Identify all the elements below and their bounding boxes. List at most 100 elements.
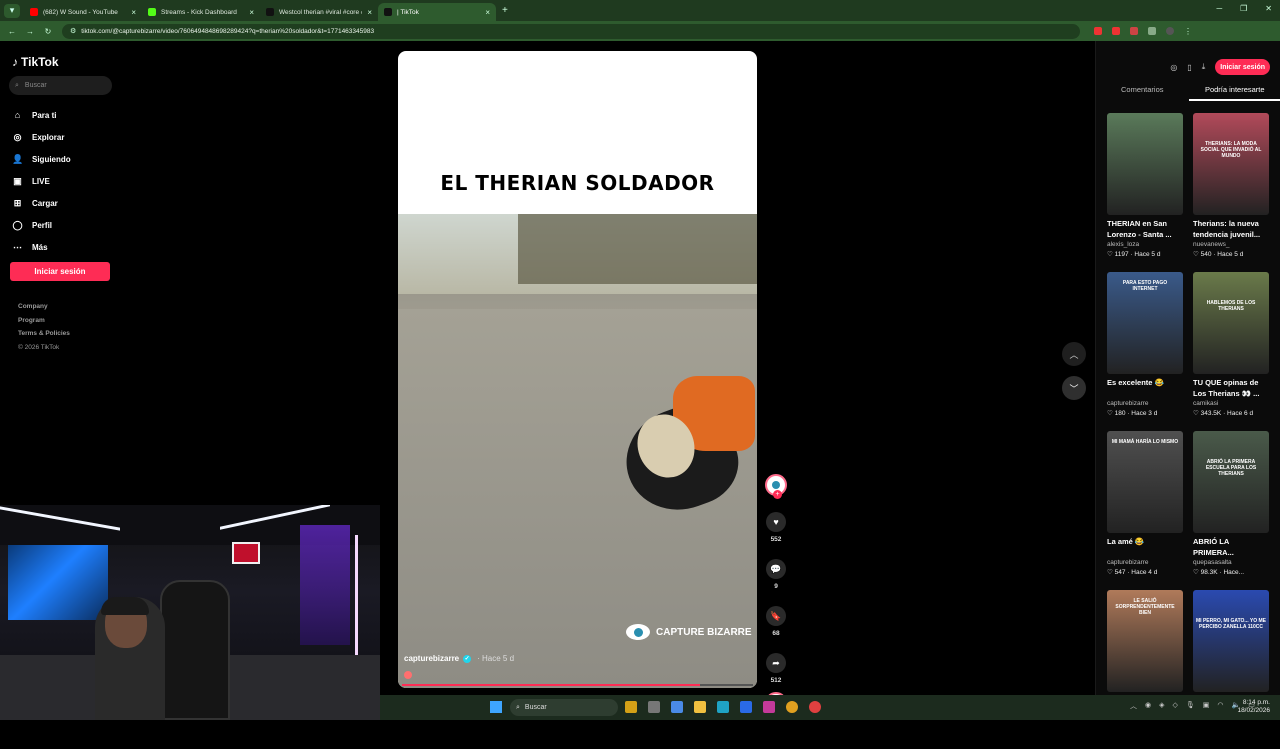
tiktok-logo[interactable]: ♪ TikTok (12, 55, 59, 69)
tab-close-icon[interactable]: × (249, 8, 254, 17)
compass-icon[interactable]: ◎ (1170, 63, 1177, 72)
sidebar-item-siguiendo[interactable]: 👤 Siguiendo (12, 148, 71, 170)
video-thumbnail[interactable]: PARA ESTO PAGO INTERNET (1107, 272, 1183, 374)
new-tab-button[interactable]: + (502, 5, 508, 16)
download-icon[interactable]: ⤓ (1202, 62, 1206, 72)
phone-icon[interactable]: ▯ (1187, 63, 1191, 72)
sidebar-item-explorar[interactable]: ◎ Explorar (12, 126, 71, 148)
card-title[interactable]: La amé 😂 (1107, 536, 1183, 558)
video-frame[interactable]: CAPTURE BIZARRE (398, 214, 757, 688)
video-thumbnail[interactable] (1107, 113, 1183, 215)
author-avatar[interactable]: + (765, 474, 787, 496)
card-author[interactable]: alexis_loza (1107, 241, 1183, 248)
windows-start-icon[interactable] (490, 701, 502, 713)
search-input[interactable]: ⌕ Buscar (9, 76, 112, 95)
tab-close-icon[interactable]: × (367, 8, 372, 17)
card-title[interactable]: Es excelente 😂 (1107, 377, 1183, 399)
extension-icon[interactable] (1094, 27, 1102, 35)
card-author[interactable]: capturebizarre (1107, 559, 1183, 566)
suggested-video-card[interactable]: MI MAMÁ HARÍA LO MISMO La amé 😂 captureb… (1107, 431, 1183, 590)
tray-app-icon[interactable]: ◈ (1159, 701, 1164, 711)
reload-icon[interactable]: ↻ (42, 27, 54, 36)
video-player[interactable]: EL THERIAN SOLDADOR CAPTURE BIZARRE capt… (398, 51, 757, 688)
wifi-icon[interactable]: ◠ (1217, 701, 1223, 711)
card-title[interactable]: THERIAN en San Lorenzo - Santa ... (1107, 218, 1183, 240)
minimize-icon[interactable]: ─ (1216, 4, 1222, 13)
sidebar-item-más[interactable]: ⋯ Más (12, 236, 71, 258)
browser-tab[interactable]: Streams - Kick Dashboard × (142, 3, 260, 21)
video-progress-bar[interactable] (402, 684, 753, 686)
browser-tab[interactable]: Westcol therian #viral #core #ci × (260, 3, 378, 21)
chrome-icon[interactable] (786, 701, 798, 713)
taskbar-app-icon[interactable] (763, 701, 775, 713)
card-author[interactable]: nuevanews_ (1193, 241, 1269, 248)
tab-comments[interactable]: Comentarios (1096, 85, 1189, 101)
extension-icon[interactable] (1130, 27, 1138, 35)
maximize-icon[interactable]: ❐ (1240, 4, 1247, 13)
footer-link-company[interactable]: Company (18, 303, 70, 317)
suggested-video-card[interactable]: HABLEMOS DE LOS THERIANS TU QUE opinas d… (1193, 272, 1269, 431)
edge-icon[interactable] (717, 701, 729, 713)
taskbar-app-icon[interactable] (671, 701, 683, 713)
card-title[interactable]: ABRIÓ LA PRIMERA... (1193, 536, 1269, 558)
share-button[interactable]: ➦ (766, 653, 786, 673)
tray-app-icon[interactable]: ◇ (1173, 701, 1178, 711)
right-login-button[interactable]: Iniciar sesión (1215, 59, 1270, 75)
taskbar-app-icon[interactable] (740, 701, 752, 713)
tab-suggested[interactable]: Podría interesarte (1189, 85, 1280, 101)
browser-tab[interactable]: | TikTok × (378, 3, 496, 21)
forward-icon[interactable]: → (24, 27, 36, 36)
like-button[interactable]: ♥ (766, 512, 786, 532)
taskbar-search[interactable]: ⌕ Buscar (510, 699, 618, 716)
taskbar-app-icon[interactable] (648, 701, 660, 713)
tray-app-icon[interactable]: ◉ (1145, 701, 1151, 711)
suggested-video-card[interactable]: THERIANS: LA MODA SOCIAL QUE INVADIÓ AL … (1193, 113, 1269, 272)
sidebar-item-perfil[interactable]: ◯ Perfil (12, 214, 71, 236)
chevron-up-icon[interactable]: ︿ (1130, 701, 1137, 711)
close-window-icon[interactable]: ✕ (1265, 4, 1272, 13)
puzzle-icon[interactable] (1148, 27, 1156, 35)
footer-link-terms[interactable]: Terms & Policies (18, 330, 70, 344)
comment-button[interactable]: 💬 (766, 559, 786, 579)
back-icon[interactable]: ← (6, 27, 18, 36)
suggested-video-card[interactable]: PARA ESTO PAGO INTERNET Es excelente 😂 c… (1107, 272, 1183, 431)
card-title[interactable]: Therians: la nueva tendencia juvenil... (1193, 218, 1269, 240)
card-author[interactable]: quepasasalta (1193, 559, 1269, 566)
video-thumbnail[interactable]: LE SALIÓ SORPRENDENTEMENTE BIEN (1107, 590, 1183, 692)
video-thumbnail[interactable]: ABRIÓ LA PRIMERA ESCUELA PARA LOS THERIA… (1193, 431, 1269, 533)
save-button[interactable]: 🔖 (766, 606, 786, 626)
menu-dots-icon[interactable]: ⋮ (1184, 27, 1192, 35)
card-title[interactable]: TU QUE opinas de Los Therians 👀 ... (1193, 377, 1269, 399)
browser-tab[interactable]: (682) W Sound - YouTube × (24, 3, 142, 21)
tab-search-icon[interactable]: ▾ (4, 4, 20, 18)
microphone-icon[interactable]: 🎙 (1186, 701, 1195, 711)
card-author[interactable]: camikasi (1193, 400, 1269, 407)
suggested-video-card[interactable]: MI PERRO, MI GATO... YO ME PERCIBO ZANEL… (1193, 590, 1269, 749)
login-button[interactable]: Iniciar sesión (10, 262, 110, 281)
taskbar-app-icon[interactable] (625, 701, 637, 713)
follow-plus-icon[interactable]: + (773, 490, 782, 499)
video-thumbnail[interactable]: THERIANS: LA MODA SOCIAL QUE INVADIÓ AL … (1193, 113, 1269, 215)
suggested-video-card[interactable]: THERIAN en San Lorenzo - Santa ... alexi… (1107, 113, 1183, 272)
card-author[interactable]: capturebizarre (1107, 400, 1183, 407)
extension-icon[interactable] (1112, 27, 1120, 35)
tab-close-icon[interactable]: × (485, 8, 490, 17)
url-field[interactable]: ⚙ tiktok.com/@capturebizarre/video/76064… (62, 24, 1080, 39)
tray-app-icon[interactable]: ▣ (1203, 701, 1210, 711)
video-author[interactable]: capturebizarre (404, 654, 459, 663)
suggested-video-card[interactable]: LE SALIÓ SORPRENDENTEMENTE BIEN (1107, 590, 1183, 749)
footer-link-program[interactable]: Program (18, 317, 70, 331)
video-thumbnail[interactable]: MI PERRO, MI GATO... YO ME PERCIBO ZANEL… (1193, 590, 1269, 692)
video-thumbnail[interactable]: MI MAMÁ HARÍA LO MISMO (1107, 431, 1183, 533)
taskbar-clock[interactable]: 8:14 p.m. 18/02/2026 (1237, 699, 1270, 715)
next-video-button[interactable]: ﹀ (1062, 376, 1086, 400)
profile-avatar-icon[interactable] (1166, 27, 1174, 35)
sidebar-item-live[interactable]: ▣ LIVE (12, 170, 71, 192)
sidebar-item-cargar[interactable]: ⊞ Cargar (12, 192, 71, 214)
previous-video-button[interactable]: ︿ (1062, 342, 1086, 366)
tab-close-icon[interactable]: × (131, 8, 136, 17)
video-thumbnail[interactable]: HABLEMOS DE LOS THERIANS (1193, 272, 1269, 374)
site-info-icon[interactable]: ⚙ (70, 27, 76, 35)
taskbar-app-icon[interactable] (809, 701, 821, 713)
suggested-video-card[interactable]: ABRIÓ LA PRIMERA ESCUELA PARA LOS THERIA… (1193, 431, 1269, 590)
